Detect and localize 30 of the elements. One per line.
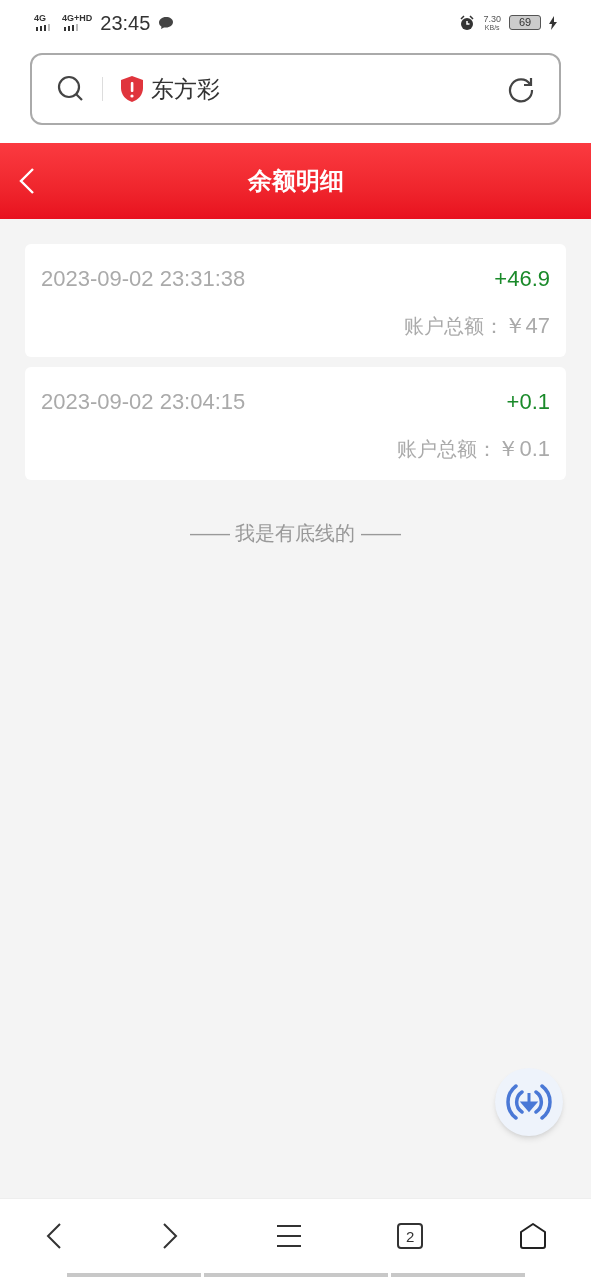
balance-label: 账户总额：: [403, 313, 504, 339]
balance-label: 账户总额：: [397, 436, 498, 462]
menu-icon[interactable]: [275, 1224, 302, 1248]
shield-warning-icon: [119, 75, 145, 103]
battery-indicator: 69: [509, 15, 541, 30]
clock-time: 23:45: [100, 10, 151, 36]
download-broadcast-icon: [506, 1082, 552, 1122]
back-icon[interactable]: [44, 1222, 64, 1250]
refresh-icon[interactable]: [507, 75, 535, 103]
home-icon[interactable]: [519, 1222, 547, 1250]
record-time: 2023-09-02 23:31:38: [41, 265, 246, 293]
tabs-button[interactable]: 2: [397, 1223, 424, 1249]
network-label: 4G: [34, 14, 47, 23]
charging-icon: [549, 15, 557, 30]
record-time: 2023-09-02 23:04:15: [41, 388, 246, 416]
balance-value: ￥47: [503, 312, 550, 340]
record-amount: +46.9: [494, 265, 550, 293]
alarm-icon: [459, 14, 476, 31]
site-name: 东方彩: [151, 74, 220, 104]
network-label: 4G+HD: [62, 14, 93, 23]
download-button[interactable]: [495, 1068, 563, 1136]
record-amount: +0.1: [506, 388, 550, 416]
balance-value: ￥0.1: [497, 435, 550, 463]
message-icon: [158, 15, 175, 30]
back-icon: [18, 167, 36, 195]
end-of-list-note: —— 我是有底线的 ——: [189, 521, 402, 546]
speed-value: 7.30: [483, 14, 501, 24]
address-bar[interactable]: 东方彩: [30, 53, 561, 125]
page-title: 余额明细: [247, 166, 344, 196]
back-button[interactable]: [18, 167, 36, 195]
